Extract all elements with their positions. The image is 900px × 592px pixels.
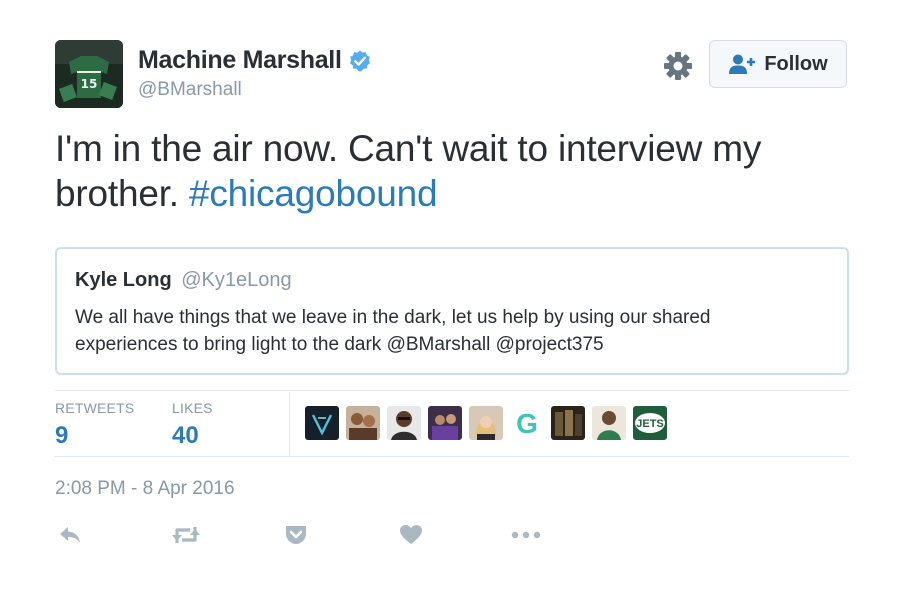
follow-button-label: Follow — [764, 52, 828, 75]
author-name-row[interactable]: Machine Marshall — [138, 46, 372, 75]
likes-stat[interactable]: LIKES 40 — [172, 400, 213, 450]
pocket-icon[interactable] — [284, 522, 308, 548]
quoted-tweet-text: We all have things that we leave in the … — [75, 307, 711, 355]
liker-avatar-9[interactable]: JETS — [633, 406, 667, 440]
add-user-icon — [729, 54, 756, 74]
liker-avatar-2[interactable] — [346, 406, 380, 440]
verified-badge-icon — [349, 50, 370, 71]
quoted-author-name: Kyle Long — [75, 269, 172, 291]
follow-button[interactable]: Follow — [709, 40, 847, 88]
quoted-tweet-header: Kyle Long @Ky1eLong — [75, 269, 292, 292]
liker-avatar-5[interactable] — [469, 406, 503, 440]
liker-avatar-3[interactable] — [387, 406, 421, 440]
retweets-count[interactable]: 9 — [55, 422, 134, 450]
heart-icon[interactable] — [399, 522, 423, 548]
reply-icon[interactable] — [57, 522, 83, 548]
likes-label: LIKES — [172, 400, 213, 416]
more-icon[interactable] — [511, 522, 541, 548]
liker-avatar-8[interactable] — [592, 406, 626, 440]
retweet-icon[interactable] — [170, 522, 202, 548]
likers-avatar-list: G JETS — [305, 406, 674, 440]
quoted-author-handle: @Ky1eLong — [181, 269, 292, 291]
liker-avatar-1[interactable] — [305, 406, 339, 440]
author-display-name[interactable]: Machine Marshall — [138, 46, 342, 75]
liker-letter: G — [516, 408, 538, 439]
liker-avatar-4[interactable] — [428, 406, 462, 440]
jersey-number: 15 — [81, 77, 98, 91]
tweet-timestamp[interactable]: 2:08 PM - 8 Apr 2016 — [55, 478, 235, 500]
divider — [55, 390, 849, 391]
quoted-tweet[interactable]: Kyle Long @Ky1eLong We all have things t… — [55, 247, 849, 375]
tweet-text: I'm in the air now. Can't wait to interv… — [55, 126, 855, 216]
hashtag-link[interactable]: #chicagobound — [189, 173, 438, 214]
divider — [55, 456, 849, 457]
author-avatar[interactable]: 15 — [55, 40, 123, 108]
likes-count[interactable]: 40 — [172, 422, 213, 450]
liker-avatar-7[interactable] — [551, 406, 585, 440]
stats-divider — [289, 392, 290, 456]
retweets-stat[interactable]: RETWEETS 9 — [55, 400, 134, 450]
liker-avatar-6[interactable]: G — [510, 406, 544, 440]
gear-icon[interactable] — [663, 51, 693, 81]
author-handle[interactable]: @BMarshall — [138, 79, 242, 101]
jets-logo-text: JETS — [636, 418, 664, 430]
retweets-label: RETWEETS — [55, 400, 135, 416]
